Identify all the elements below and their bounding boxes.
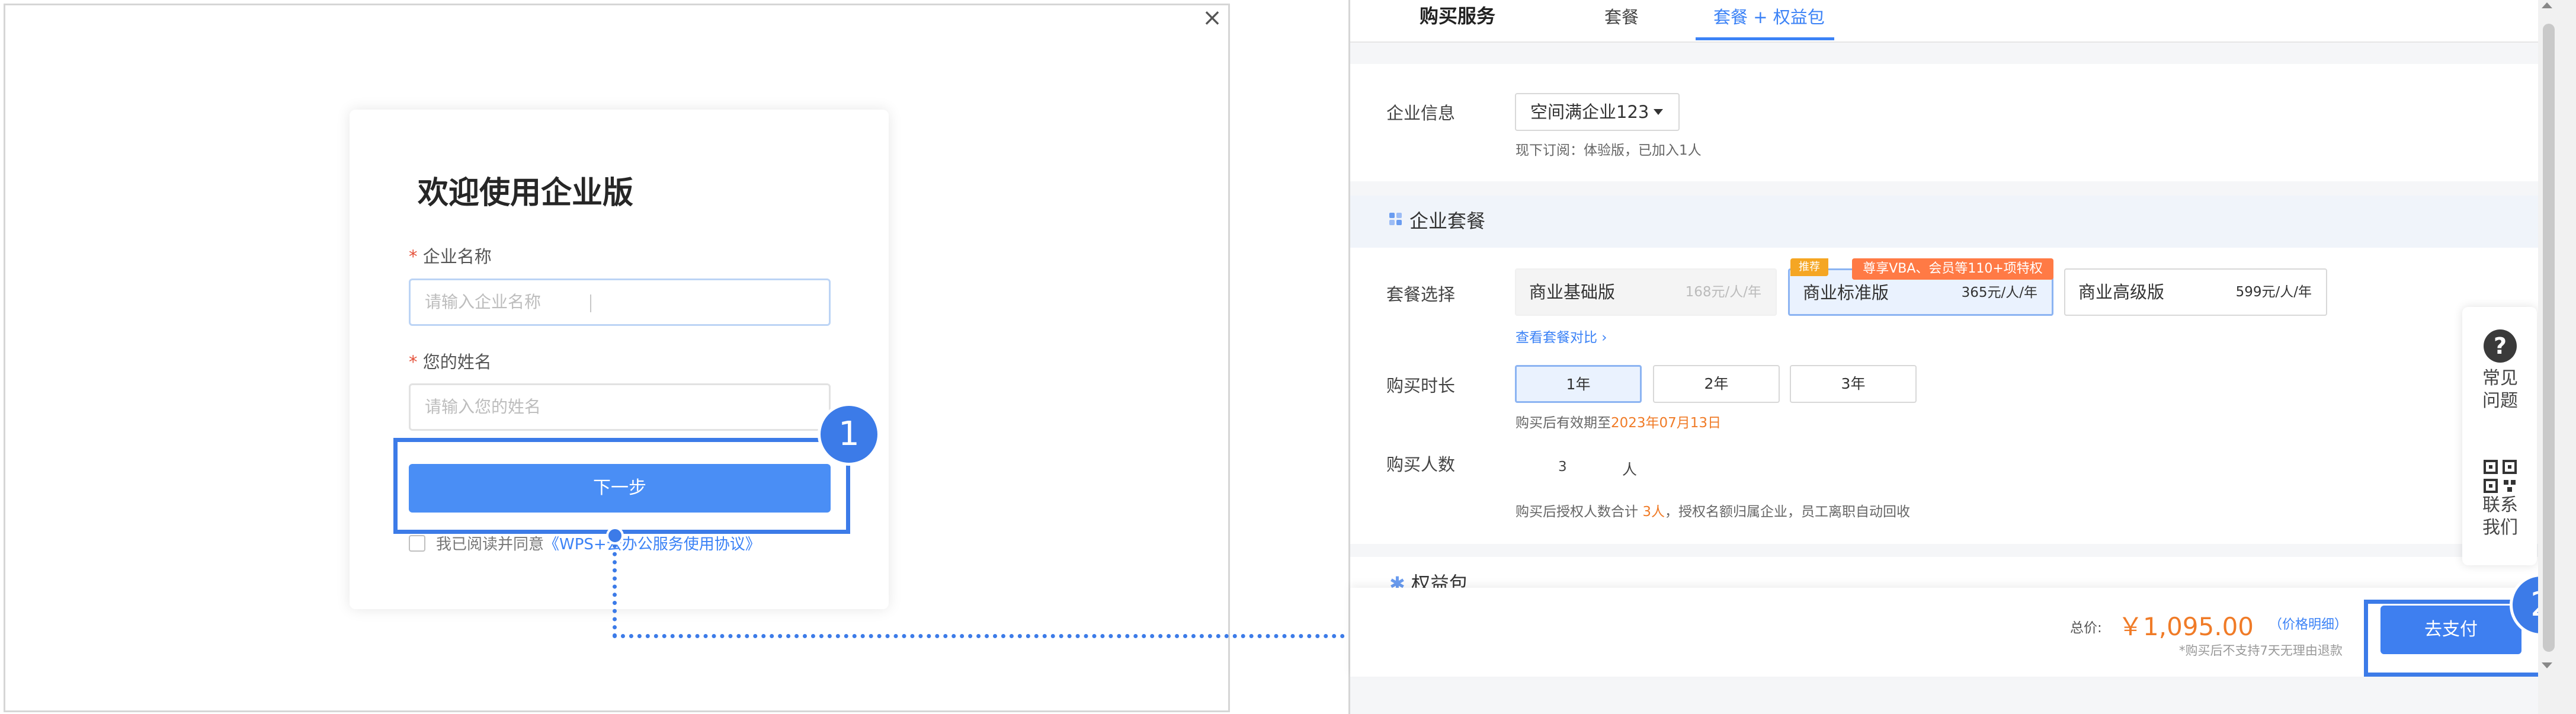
agreement-checkbox[interactable] xyxy=(409,535,425,552)
required-mark: * xyxy=(409,246,418,267)
seat-count-input[interactable]: 3 xyxy=(1558,459,1567,475)
your-name-label-text: 您的姓名 xyxy=(422,352,492,372)
perk-badge: 尊享VBA、会员等110+项特权 xyxy=(1852,258,2053,280)
agreement-prefix: 我已阅读并同意 xyxy=(436,536,544,553)
validity-prefix: 购买后有效期至 xyxy=(1516,415,1611,431)
package-section-title: 企业套餐 xyxy=(1409,210,1486,232)
duration-option-2y[interactable]: 2年 xyxy=(1653,365,1780,403)
scroll-up-arrow-icon[interactable] xyxy=(2542,2,2552,8)
rights-section xyxy=(1350,557,2538,593)
enterprise-select[interactable]: 空间满企业123 xyxy=(1515,93,1680,131)
tab-package[interactable]: 套餐 xyxy=(1604,4,1639,28)
plan-price: 599元/人/年 xyxy=(2235,284,2312,300)
company-name-label-text: 企业名称 xyxy=(422,246,492,267)
compare-packages-link[interactable]: 查看套餐对比 › xyxy=(1516,326,1607,346)
tab-buy-service[interactable]: 购买服务 xyxy=(1420,1,1495,28)
contact-us-button[interactable]: 联系我们 xyxy=(2475,494,2525,539)
company-name-input[interactable]: 请输入企业名称 xyxy=(409,278,831,326)
plan-price: 168元/人/年 xyxy=(1685,284,1761,300)
enterprise-select-value: 空间满企业123 xyxy=(1530,102,1649,122)
faq-button[interactable]: 常见问题 xyxy=(2475,367,2525,412)
required-mark: * xyxy=(409,352,418,372)
text-caret xyxy=(590,294,591,312)
duration-option-3y[interactable]: 3年 xyxy=(1790,365,1917,403)
seat-total: 3人 xyxy=(1642,504,1665,520)
grid-icon xyxy=(1389,213,1402,226)
validity-date: 2023年07月13日 xyxy=(1611,415,1722,431)
qr-code-icon[interactable] xyxy=(2484,460,2517,493)
active-tab-indicator xyxy=(1696,37,1834,40)
your-name-input[interactable]: 请输入您的姓名 xyxy=(409,383,831,431)
package-select-label: 套餐选择 xyxy=(1386,284,1456,305)
tab-package-plus-rights[interactable]: 套餐 + 权益包 xyxy=(1713,4,1825,28)
recommend-badge: 推荐 xyxy=(1790,258,1828,276)
agreement-link[interactable]: 《WPS+云办公服务使用协议》 xyxy=(544,536,761,553)
purchase-tabs-bar xyxy=(1350,0,2538,43)
caret-down-icon xyxy=(1654,109,1663,115)
company-name-placeholder: 请输入企业名称 xyxy=(425,292,542,312)
seat-count-note: 购买后授权人数合计 3人，授权名额归属企业，员工离职自动回收 xyxy=(1516,500,1910,520)
connector-start-dot xyxy=(606,527,624,545)
your-name-label: * 您的姓名 xyxy=(409,348,492,373)
scrollbar-thumb[interactable] xyxy=(2543,24,2555,652)
plan-name: 商业高级版 xyxy=(2078,282,2165,302)
package-section-header xyxy=(1350,196,2538,248)
plan-name: 商业标准版 xyxy=(1803,283,1889,303)
duration-label: 购买时长 xyxy=(1386,376,1456,396)
connector-line-vertical xyxy=(613,544,617,638)
agreement-text: 我已阅读并同意《WPS+云办公服务使用协议》 xyxy=(436,532,761,554)
duration-option-1y[interactable]: 1年 xyxy=(1515,365,1642,403)
enterprise-info-label: 企业信息 xyxy=(1386,103,1456,123)
plan-name: 商业基础版 xyxy=(1529,282,1616,302)
validity-note: 购买后有效期至2023年07月13日 xyxy=(1516,411,1721,431)
refund-note: *购买后不支持7天无理由退款 xyxy=(2179,643,2343,658)
price-detail-link[interactable]: （价格明细） xyxy=(2269,614,2347,633)
plan-option-basic[interactable]: 商业基础版 168元/人/年 xyxy=(1515,268,1777,316)
subscription-status: 现下订阅：体验版，已加入1人 xyxy=(1516,143,1702,158)
seat-count-unit: 人 xyxy=(1622,461,1638,478)
total-label: 总价: xyxy=(2070,620,2102,636)
plan-option-advanced[interactable]: 商业高级版 599元/人/年 xyxy=(2064,268,2327,316)
your-name-placeholder: 请输入您的姓名 xyxy=(425,397,542,417)
checkout-footer xyxy=(1350,588,2538,677)
seat-note-suffix: ，授权名额归属企业，员工离职自动回收 xyxy=(1664,504,1910,520)
company-name-label: * 企业名称 xyxy=(409,243,492,268)
page-title: 欢迎使用企业版 xyxy=(418,175,634,211)
step-1-badge: 1 xyxy=(818,403,880,466)
question-icon[interactable]: ? xyxy=(2484,329,2517,363)
close-icon[interactable]: × xyxy=(1200,6,1224,30)
seat-count-label: 购买人数 xyxy=(1386,454,1456,475)
step-1-highlight-box xyxy=(393,438,850,534)
total-price: ￥1,095.00 xyxy=(2118,612,2254,641)
scroll-down-arrow-icon[interactable] xyxy=(2542,662,2552,668)
seat-note-prefix: 购买后授权人数合计 xyxy=(1516,504,1638,520)
